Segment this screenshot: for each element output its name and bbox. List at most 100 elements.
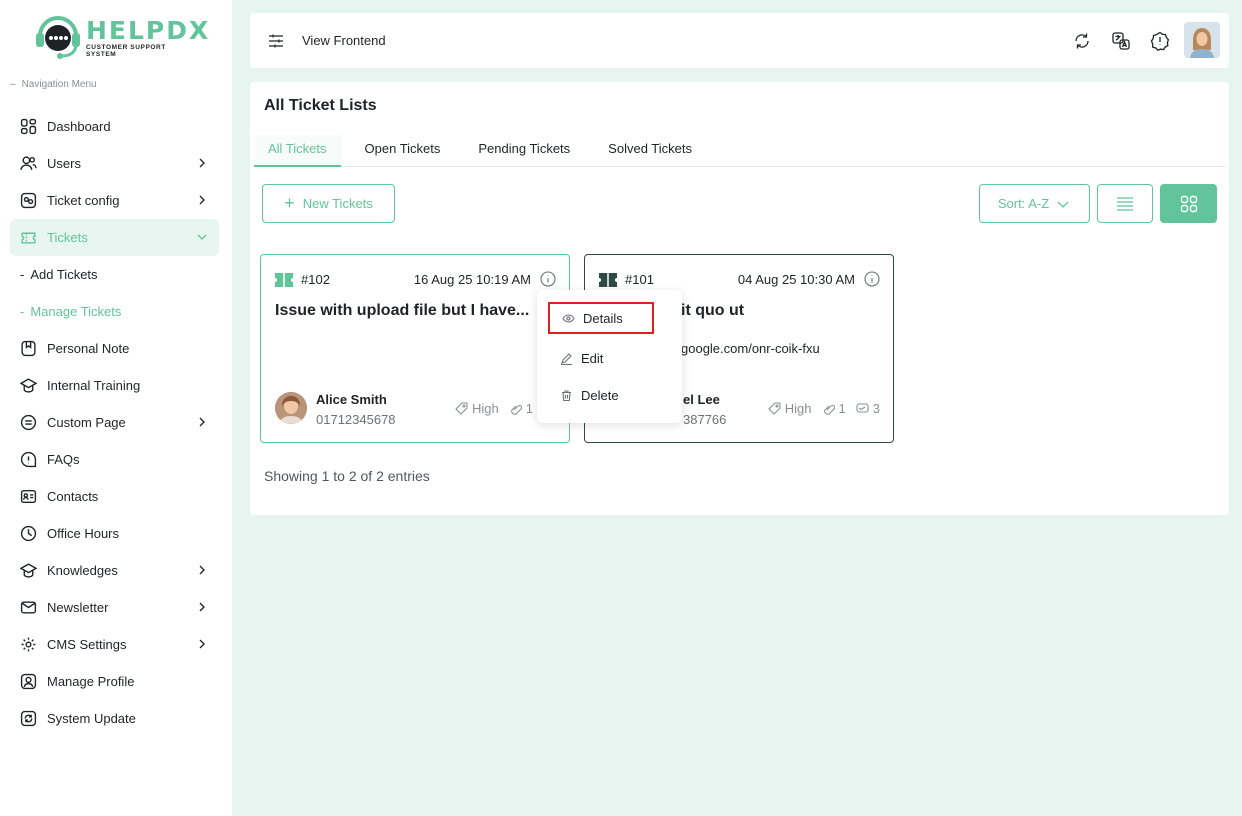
sidebar-item-knowledges[interactable]: Knowledges (10, 552, 219, 589)
ticket-tabs: All Tickets Open Tickets Pending Tickets… (254, 135, 1226, 167)
nav-menu: Dashboard Users Ticket config Tickets -A… (10, 108, 219, 737)
translate-icon[interactable] (1110, 30, 1132, 52)
sidebar-item-label: Custom Page (47, 415, 126, 430)
sliders-icon[interactable] (268, 33, 284, 49)
knowledge-icon (20, 562, 37, 579)
chevron-down-icon (1057, 201, 1069, 208)
attachment-icon (510, 404, 522, 415)
menu-item-delete[interactable]: Delete (548, 379, 654, 411)
attachment-icon (823, 404, 835, 415)
sidebar-item-ticket-config[interactable]: Ticket config (10, 182, 219, 219)
sidebar-item-label: CMS Settings (47, 637, 127, 652)
tag-icon (768, 402, 781, 415)
sidebar-item-label: Users (47, 156, 81, 171)
sidebar-item-newsletter[interactable]: Newsletter (10, 589, 219, 626)
ticket-date: 16 Aug 25 10:19 AM (413, 272, 531, 287)
sidebar-item-label: Newsletter (47, 600, 109, 615)
sync-icon[interactable] (1071, 30, 1093, 52)
sidebar-item-office-hours[interactable]: Office Hours (10, 515, 219, 552)
sidebar-item-system-update[interactable]: System Update (10, 700, 219, 737)
priority-label: High (472, 401, 499, 416)
sidebar-item-tickets[interactable]: Tickets (10, 219, 219, 256)
sidebar: HELPDX CUSTOMER SUPPORT SYSTEM – Navigati… (0, 0, 232, 816)
sidebar-item-dashboard[interactable]: Dashboard (10, 108, 219, 145)
contacts-icon (20, 488, 37, 505)
ticket-list-panel: All Ticket Lists All Tickets Open Ticket… (250, 82, 1229, 515)
new-tickets-label: New Tickets (302, 196, 373, 211)
new-tickets-button[interactable]: + New Tickets (262, 184, 395, 223)
sort-label: Sort: A-Z (997, 196, 1050, 211)
sidebar-item-label: Knowledges (47, 563, 118, 578)
sidebar-item-label: Office Hours (47, 526, 120, 541)
sidebar-item-users[interactable]: Users (10, 145, 219, 182)
top-bar: View Frontend (250, 13, 1229, 68)
sidebar-item-label: System Update (47, 711, 136, 726)
alert-icon[interactable] (1149, 30, 1171, 52)
sort-dropdown[interactable]: Sort: A-Z (979, 184, 1090, 223)
tab-all-tickets[interactable]: All Tickets (254, 135, 341, 167)
eye-icon (562, 313, 575, 323)
customer-phone: 01712345678 (316, 412, 396, 427)
tab-solved-tickets[interactable]: Solved Tickets (594, 135, 706, 167)
sidebar-item-label: Tickets (47, 230, 88, 245)
ticket-icon (275, 273, 293, 287)
reply-icon (856, 403, 869, 413)
sidebar-item-label: Contacts (47, 489, 99, 504)
chevron-down-icon (197, 234, 207, 240)
sidebar-item-label: Manage Profile (47, 674, 135, 689)
customer-name: el Lee (683, 392, 720, 407)
sidebar-item-label: Internal Training (47, 378, 141, 393)
reply-count: 3 (872, 401, 880, 416)
ticket-config-icon (20, 192, 37, 209)
ticket-link[interactable]: google.com/onr-coik-fxu (681, 341, 820, 356)
chevron-right-icon (199, 158, 205, 168)
trash-icon (562, 389, 571, 401)
avatar-image (1184, 22, 1220, 58)
more-options-icon[interactable] (540, 271, 556, 287)
priority-label: High (784, 401, 812, 416)
grid-view-button[interactable] (1160, 184, 1217, 223)
ticket-meta: High 1 3 (768, 401, 880, 416)
update-icon (20, 710, 37, 727)
sidebar-subitem-manage-tickets[interactable]: - Manage Tickets (10, 293, 219, 330)
ticket-title[interactable]: Issue with upload file but I have... (275, 302, 529, 320)
sidebar-item-label: Personal Note (47, 341, 130, 356)
customer-phone: 387766 (683, 412, 727, 427)
chevron-right-icon (199, 195, 205, 205)
tab-open-tickets[interactable]: Open Tickets (351, 135, 455, 167)
logo[interactable]: HELPDX CUSTOMER SUPPORT SYSTEM (34, 14, 208, 62)
ticket-id: #102 (301, 272, 330, 287)
page-icon (20, 414, 37, 431)
view-frontend-link[interactable]: View Frontend (302, 33, 386, 48)
chevron-right-icon (199, 602, 205, 612)
note-icon (20, 340, 37, 357)
ticket-date: 04 Aug 25 10:30 AM (737, 272, 855, 287)
more-options-icon[interactable] (864, 271, 880, 287)
list-view-button[interactable] (1097, 184, 1153, 223)
sidebar-item-contacts[interactable]: Contacts (10, 478, 219, 515)
sidebar-item-custom-page[interactable]: Custom Page (10, 404, 219, 441)
chevron-right-icon (199, 417, 205, 427)
sidebar-subitem-add-tickets[interactable]: - Add Tickets (10, 256, 219, 293)
users-icon (20, 155, 37, 172)
attachment-count: 1 (525, 401, 533, 416)
menu-item-edit[interactable]: Edit (548, 342, 654, 374)
sidebar-item-personal-note[interactable]: Personal Note (10, 330, 219, 367)
sidebar-item-label: Ticket config (47, 193, 120, 208)
sidebar-item-manage-profile[interactable]: Manage Profile (10, 663, 219, 700)
headset-logo-icon (36, 16, 80, 59)
user-avatar[interactable] (1184, 22, 1220, 58)
tag-icon (455, 402, 468, 415)
ticket-card[interactable]: #102 16 Aug 25 10:19 AM Issue with uploa… (260, 254, 570, 443)
sidebar-item-cms-settings[interactable]: CMS Settings (10, 626, 219, 663)
ticket-title[interactable]: it quo ut (681, 302, 744, 320)
training-icon (20, 377, 37, 394)
attachment-count: 1 (838, 401, 846, 416)
tab-pending-tickets[interactable]: Pending Tickets (464, 135, 584, 167)
menu-item-details[interactable]: Details (548, 302, 654, 334)
sidebar-item-faqs[interactable]: FAQs (10, 441, 219, 478)
page-title: All Ticket Lists (264, 97, 377, 114)
profile-icon (20, 673, 37, 690)
sidebar-item-internal-training[interactable]: Internal Training (10, 367, 219, 404)
customer-name: Alice Smith (316, 392, 387, 407)
